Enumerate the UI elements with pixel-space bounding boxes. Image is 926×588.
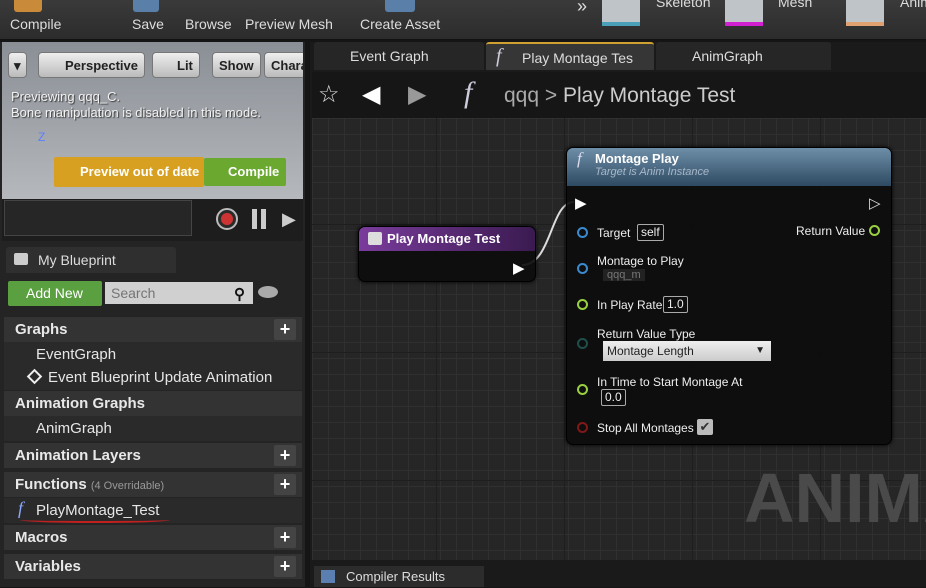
tab-anim-graph[interactable]: AnimGraph	[656, 42, 831, 70]
tab-play-montage-test[interactable]: Play Montage Tes	[486, 42, 654, 70]
event-update-animation-item[interactable]: Event Blueprint Update Animation	[4, 365, 302, 390]
add-layer-button[interactable]: +	[274, 445, 296, 466]
book-icon	[14, 253, 28, 265]
save-icon	[133, 0, 159, 12]
red-underline-annotation	[20, 517, 170, 523]
pause-icon[interactable]	[252, 209, 266, 229]
function-tab-icon: f	[496, 45, 502, 67]
return-type-pin[interactable]	[577, 338, 588, 349]
return-type-dropdown[interactable]: Montage Length ▼	[603, 341, 771, 361]
tab-event-graph[interactable]: Event Graph	[314, 42, 484, 70]
function-icon: f	[18, 498, 24, 518]
step-forward-icon[interactable]: ▶	[282, 209, 298, 229]
create-asset-button[interactable]: Create Asset	[360, 16, 440, 32]
stop-all-pin[interactable]	[577, 422, 588, 433]
exec-in-pin[interactable]: ▶	[575, 194, 587, 212]
compiler-results-icon	[321, 570, 335, 583]
entry-node-title: Play Montage Test	[359, 227, 535, 251]
add-function-button[interactable]: +	[274, 474, 296, 495]
start-time-value[interactable]: 0.0	[601, 389, 626, 406]
exec-out-pin[interactable]: ▶	[513, 259, 525, 277]
axis-z-label: Z	[38, 130, 46, 144]
preview-mesh-button[interactable]: Preview Mesh	[245, 16, 333, 32]
function-entry-icon	[368, 232, 382, 245]
add-variable-button[interactable]: +	[274, 556, 296, 577]
eye-icon[interactable]	[258, 286, 278, 298]
stop-all-checkbox[interactable]: ✔	[697, 419, 713, 435]
favorite-star-icon[interactable]: ☆	[318, 80, 340, 109]
preview-viewport[interactable]: ▾ Perspective Lit Show Chara Previewing …	[2, 42, 303, 199]
breadcrumb-root[interactable]: qqq	[504, 84, 539, 107]
add-macro-button[interactable]: +	[274, 527, 296, 548]
target-value[interactable]: self	[637, 224, 664, 241]
exec-out-pin[interactable]: ▷	[869, 194, 881, 212]
bone-manipulation-text: Bone manipulation is disabled in this mo…	[11, 105, 262, 120]
function-icon: f	[464, 76, 473, 109]
chevron-down-icon: ▼	[755, 345, 765, 356]
montage-play-node[interactable]: Montage Play Target is Anim Instance f ▶…	[566, 147, 892, 445]
event-graph-item[interactable]: EventGraph	[4, 342, 302, 367]
lit-button[interactable]: Lit	[152, 52, 200, 78]
play-rate-pin[interactable]	[577, 299, 588, 310]
search-icon: ⚲	[234, 286, 245, 303]
mesh-button[interactable]: Mesh	[778, 0, 812, 10]
anim-graph-item[interactable]: AnimGraph	[4, 416, 302, 441]
back-arrow-icon[interactable]: ◀	[362, 80, 380, 109]
functions-section[interactable]: Functions (4 Overridable) +	[4, 472, 302, 497]
my-blueprint-tab[interactable]: My Blueprint	[6, 247, 176, 273]
compiler-results-tab[interactable]: Compiler Results	[314, 566, 484, 587]
montage-asset-picker[interactable]: qqq_m	[603, 269, 645, 281]
animation-graphs-section[interactable]: Animation Graphs	[4, 391, 302, 416]
character-button[interactable]: Chara	[264, 52, 303, 78]
show-button[interactable]: Show	[212, 52, 261, 78]
play-rate-value[interactable]: 1.0	[663, 296, 688, 313]
perspective-button[interactable]: Perspective	[38, 52, 145, 78]
target-pin[interactable]	[577, 227, 588, 238]
search-input[interactable]	[105, 282, 253, 304]
graph-canvas[interactable]: ANIMA Play Montage Test ▶ Montage Play T…	[312, 118, 926, 560]
add-new-button[interactable]: Add New	[8, 281, 102, 306]
breadcrumb: qqq > Play Montage Test	[504, 84, 736, 107]
start-time-pin[interactable]	[577, 384, 588, 395]
return-value-pin[interactable]	[869, 225, 880, 236]
mesh-thumbnail[interactable]	[725, 0, 763, 26]
record-icon[interactable]	[216, 208, 238, 230]
montage-node-header: Montage Play Target is Anim Instance	[567, 148, 891, 186]
anim-thumbnail[interactable]	[846, 0, 884, 26]
add-graph-button[interactable]: +	[274, 319, 296, 340]
forward-arrow-icon[interactable]: ▶	[408, 80, 426, 109]
browse-button[interactable]: Browse	[185, 16, 232, 32]
save-button[interactable]: Save	[132, 16, 164, 32]
create-asset-icon	[385, 0, 415, 12]
macros-section[interactable]: Macros +	[4, 525, 302, 550]
playback-row: ▶	[2, 199, 303, 241]
variables-section[interactable]: Variables +	[4, 554, 302, 579]
function-icon: f	[577, 149, 582, 168]
graphs-section[interactable]: Graphs +	[4, 317, 302, 342]
compile-icon	[14, 0, 42, 12]
preview-out-of-date-banner: Preview out of date	[54, 157, 204, 187]
anim-button[interactable]: Anim	[900, 0, 926, 10]
skeleton-thumbnail[interactable]	[602, 0, 640, 26]
previewing-text: Previewing qqq_C.	[11, 89, 121, 104]
compile-button[interactable]: Compile	[10, 16, 61, 32]
animation-layers-section[interactable]: Animation Layers +	[4, 443, 302, 468]
play-montage-test-entry-node[interactable]: Play Montage Test ▶	[358, 226, 536, 282]
overflow-icon[interactable]: »	[577, 0, 587, 17]
breadcrumb-current: Play Montage Test	[563, 84, 736, 107]
viewport-compile-button[interactable]: Compile	[204, 158, 286, 186]
breadcrumb-bar: ☆ ◀ ▶ f qqq > Play Montage Test	[312, 72, 926, 118]
skeleton-button[interactable]: Skeleton	[656, 0, 710, 10]
viewport-menu-button[interactable]: ▾	[8, 52, 27, 78]
montage-to-play-pin[interactable]	[577, 263, 588, 274]
timeline-field[interactable]	[4, 200, 192, 236]
main-toolbar: Compile Save Browse Preview Mesh Create …	[0, 0, 926, 40]
